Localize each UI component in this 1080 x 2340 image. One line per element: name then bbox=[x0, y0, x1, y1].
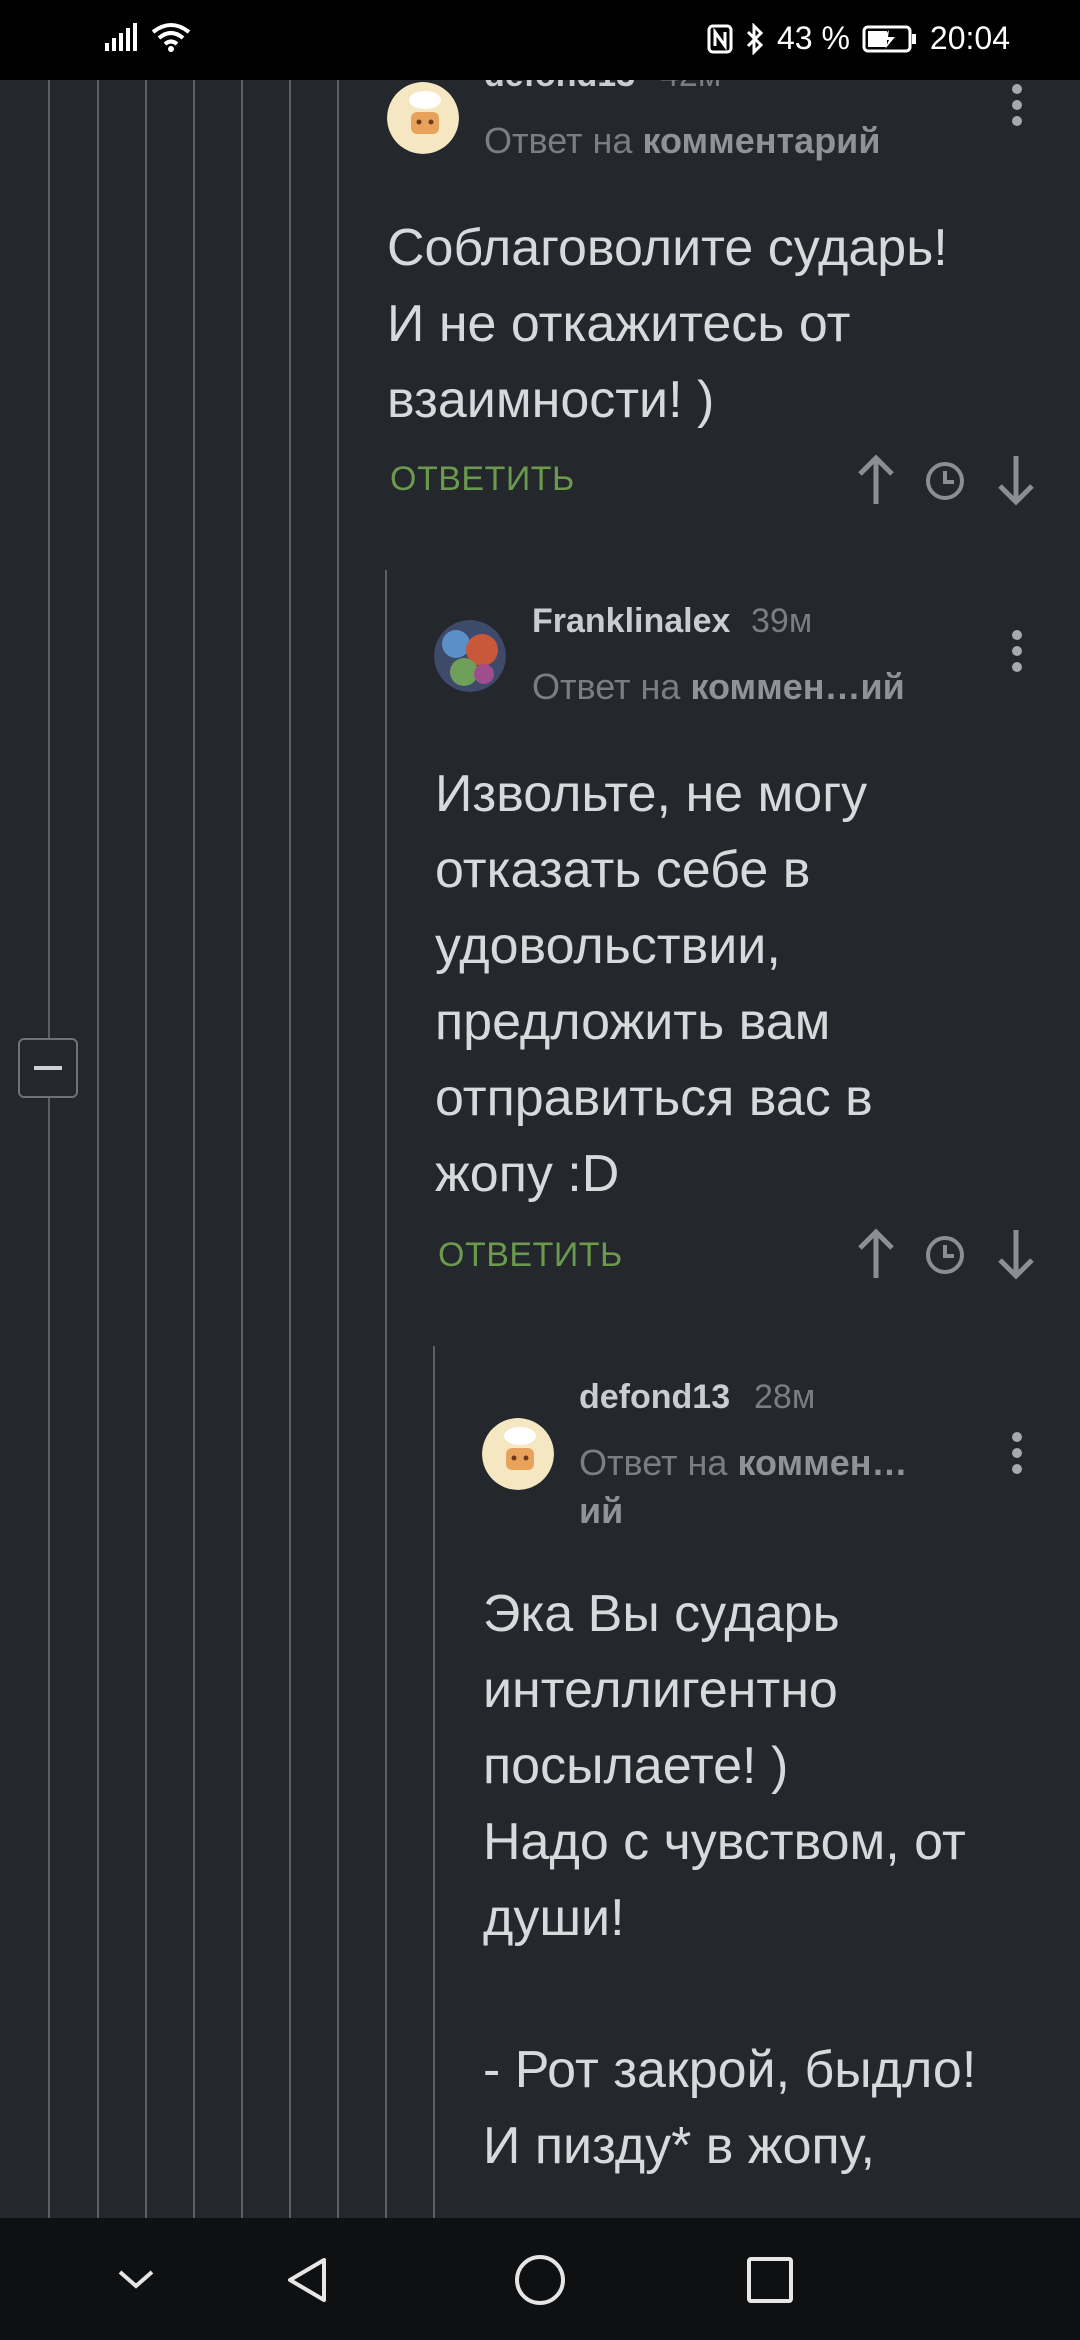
wifi-icon bbox=[151, 23, 191, 52]
reply-to-target[interactable]: коммен…ий bbox=[690, 666, 904, 707]
battery-percent: 43 % bbox=[776, 20, 850, 56]
reply-to-label[interactable]: Ответ на коммен… bbox=[579, 1442, 908, 1484]
chevron-down-icon[interactable] bbox=[108, 2252, 164, 2308]
home-icon[interactable] bbox=[512, 2252, 568, 2308]
avatar[interactable] bbox=[387, 82, 459, 154]
thread-line bbox=[48, 80, 50, 2218]
collapse-thread-button[interactable] bbox=[18, 1038, 78, 1098]
more-vertical-icon[interactable] bbox=[1012, 630, 1026, 672]
thread-line bbox=[337, 80, 339, 2218]
reply-to-target[interactable]: коммен… bbox=[737, 1442, 907, 1483]
battery-charging-icon bbox=[862, 25, 916, 52]
back-icon[interactable] bbox=[280, 2252, 336, 2308]
comment-time: 39м bbox=[751, 602, 813, 640]
arrow-down-icon[interactable] bbox=[996, 454, 1036, 506]
minus-icon bbox=[34, 1066, 62, 1070]
comment-text: Эка Вы сударь интеллигентно посылаете! )… bbox=[483, 1585, 977, 2175]
reply-to-target[interactable]: комментарий bbox=[642, 120, 880, 161]
comment-time: 28м bbox=[754, 1378, 816, 1416]
reply-to-prefix: Ответ на bbox=[532, 666, 681, 707]
thread-line bbox=[385, 570, 387, 2218]
comment-text: Извольте, не могу отказать себе в удовол… bbox=[435, 765, 873, 1203]
arrow-down-icon[interactable] bbox=[996, 1228, 1036, 1280]
comment-time: 42м bbox=[660, 80, 721, 95]
reply-to-target-cont[interactable]: ий bbox=[579, 1490, 623, 1532]
recents-icon[interactable] bbox=[742, 2252, 798, 2308]
clock-icon[interactable] bbox=[924, 460, 966, 502]
arrow-up-icon[interactable] bbox=[856, 454, 896, 506]
reply-button[interactable]: ОТВЕТИТЬ bbox=[438, 1236, 623, 1275]
thread-line bbox=[241, 80, 243, 2218]
comment-text: Соблаговолите сударь! И не откажитесь от… bbox=[387, 219, 948, 429]
comments-thread[interactable]: defond13 42м Ответ на комментарий Соблаг… bbox=[0, 80, 1080, 2218]
thread-line bbox=[193, 80, 195, 2218]
clock-time: 20:04 bbox=[929, 20, 1010, 56]
reply-to-prefix: Ответ на bbox=[579, 1442, 728, 1483]
avatar[interactable] bbox=[434, 620, 506, 692]
system-nav-bar bbox=[0, 2218, 1080, 2340]
thread-line bbox=[145, 80, 147, 2218]
comment-author[interactable]: defond13 bbox=[484, 80, 635, 95]
more-vertical-icon[interactable] bbox=[1012, 84, 1026, 126]
comment-author[interactable]: Franklinalex bbox=[532, 602, 730, 641]
comment-author[interactable]: defond13 bbox=[579, 1378, 730, 1417]
clock-icon[interactable] bbox=[924, 1234, 966, 1276]
reply-to-label[interactable]: Ответ на коммен…ий bbox=[532, 666, 905, 708]
nfc-icon bbox=[707, 24, 733, 53]
more-vertical-icon[interactable] bbox=[1012, 1432, 1026, 1474]
reply-to-prefix: Ответ на bbox=[484, 120, 633, 161]
thread-line bbox=[433, 1346, 435, 2218]
avatar[interactable] bbox=[482, 1418, 554, 1490]
bluetooth-icon bbox=[746, 22, 764, 55]
arrow-up-icon[interactable] bbox=[856, 1228, 896, 1280]
signal-icon bbox=[105, 23, 137, 51]
status-bar: 43 % 20:04 bbox=[0, 0, 1080, 80]
reply-to-label[interactable]: Ответ на комментарий bbox=[484, 120, 880, 162]
reply-button[interactable]: ОТВЕТИТЬ bbox=[390, 460, 575, 499]
thread-line bbox=[97, 80, 99, 2218]
thread-line bbox=[289, 80, 291, 2218]
